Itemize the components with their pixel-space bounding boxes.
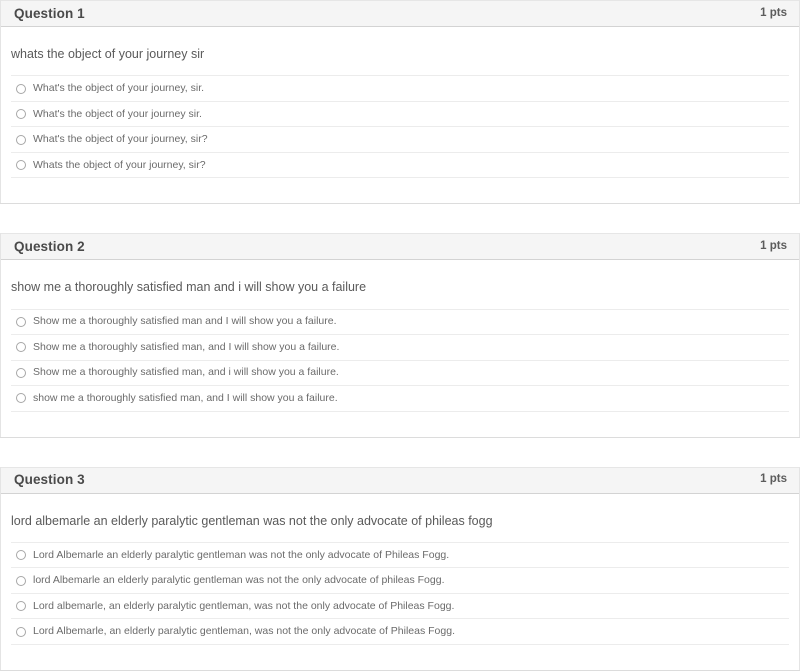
- answer-option-label: Show me a thoroughly satisfied man and I…: [33, 315, 337, 328]
- answer-option-row[interactable]: Show me a thoroughly satisfied man and I…: [11, 308, 789, 335]
- radio-button-icon[interactable]: [16, 134, 26, 145]
- card-left-edge: [0, 0, 1, 204]
- question-points-badge: 1 pts: [760, 473, 787, 486]
- answer-option-row[interactable]: What's the object of your journey, sir.: [11, 75, 789, 101]
- answer-option-row[interactable]: Lord albemarle, an elderly paralytic gen…: [11, 592, 789, 619]
- answer-option-label: Lord Albemarle, an elderly paralytic gen…: [33, 625, 455, 638]
- answer-options-group: Show me a thoroughly satisfied man and I…: [0, 308, 800, 437]
- question-title: Question 2: [14, 239, 85, 254]
- question-header: Question 1 1 pts: [0, 0, 800, 27]
- answer-option-row[interactable]: Show me a thoroughly satisfied man, and …: [11, 359, 789, 386]
- question-title: Question 3: [14, 472, 85, 488]
- answer-option-label: What's the object of your journey sir.: [33, 107, 202, 120]
- radio-button-icon[interactable]: [16, 367, 26, 378]
- question-stem: lord albemarle an elderly paralytic gent…: [11, 513, 493, 528]
- question-body: show me a thoroughly satisfied man and i…: [0, 260, 800, 436]
- question-stem: show me a thoroughly satisfied man and i…: [11, 280, 367, 295]
- answer-option-row[interactable]: show me a thoroughly satisfied man, and …: [11, 385, 789, 411]
- radio-button-icon[interactable]: [16, 316, 26, 327]
- card-left-edge: [0, 466, 1, 670]
- answers-bottom-spacer: [11, 177, 789, 203]
- question-header: Question 3 1 pts: [0, 466, 800, 494]
- question-stem: whats the object of your journey sir: [11, 47, 205, 61]
- answer-option-label: Show me a thoroughly satisfied man, and …: [33, 366, 339, 379]
- answer-option-label: Show me a thoroughly satisfied man, and …: [33, 340, 340, 353]
- question-points-badge: 1 pts: [760, 6, 787, 19]
- answer-option-row[interactable]: Lord Albemarle an elderly paralytic gent…: [11, 541, 789, 568]
- question-card: Question 1 1 pts whats the object of you…: [0, 0, 800, 205]
- answer-option-label: What's the object of your journey, sir.: [33, 82, 205, 95]
- question-body: lord albemarle an elderly paralytic gent…: [0, 494, 800, 670]
- answer-options-group: What's the object of your journey, sir. …: [0, 75, 800, 203]
- radio-button-icon[interactable]: [16, 109, 26, 119]
- radio-button-icon[interactable]: [16, 160, 26, 170]
- answer-options-group: Lord Albemarle an elderly paralytic gent…: [0, 541, 800, 670]
- card-left-edge: [0, 233, 1, 437]
- answer-option-label: Lord albemarle, an elderly paralytic gen…: [33, 599, 455, 612]
- answer-option-row[interactable]: What's the object of your journey sir.: [11, 100, 789, 127]
- radio-button-icon[interactable]: [16, 342, 26, 353]
- question-header: Question 2 1 pts: [0, 233, 800, 261]
- answer-option-row[interactable]: What's the object of your journey, sir?: [11, 126, 789, 152]
- radio-button-icon[interactable]: [16, 393, 26, 404]
- radio-button-icon[interactable]: [16, 550, 26, 560]
- answers-bottom-spacer: [11, 410, 789, 437]
- answers-bottom-spacer: [11, 643, 789, 670]
- answer-option-row[interactable]: Lord Albemarle, an elderly paralytic gen…: [11, 618, 789, 644]
- question-body: whats the object of your journey sir Wha…: [0, 27, 800, 203]
- radio-button-icon[interactable]: [16, 626, 26, 637]
- answer-option-row[interactable]: Show me a thoroughly satisfied man, and …: [11, 334, 789, 360]
- answer-option-label: Lord Albemarle an elderly paralytic gent…: [33, 548, 450, 561]
- answer-option-label: What's the object of your journey, sir?: [33, 133, 208, 146]
- answer-option-row[interactable]: Whats the object of your journey, sir?: [11, 151, 789, 178]
- radio-button-icon[interactable]: [16, 575, 26, 586]
- question-points-badge: 1 pts: [760, 240, 787, 252]
- answer-option-row[interactable]: lord Albemarle an elderly paralytic gent…: [11, 567, 789, 593]
- question-card: Question 3 1 pts lord albemarle an elder…: [0, 466, 800, 671]
- answer-option-label: show me a thoroughly satisfied man, and …: [33, 391, 338, 404]
- radio-button-icon[interactable]: [16, 601, 26, 611]
- radio-button-icon[interactable]: [16, 83, 26, 94]
- question-title: Question 1: [14, 5, 85, 21]
- quiz-questions-list: Question 1 1 pts whats the object of you…: [0, 0, 800, 671]
- question-card: Question 2 1 pts show me a thoroughly sa…: [0, 233, 800, 438]
- answer-option-label: Whats the object of your journey, sir?: [33, 158, 206, 171]
- answer-option-label: lord Albemarle an elderly paralytic gent…: [33, 574, 445, 587]
